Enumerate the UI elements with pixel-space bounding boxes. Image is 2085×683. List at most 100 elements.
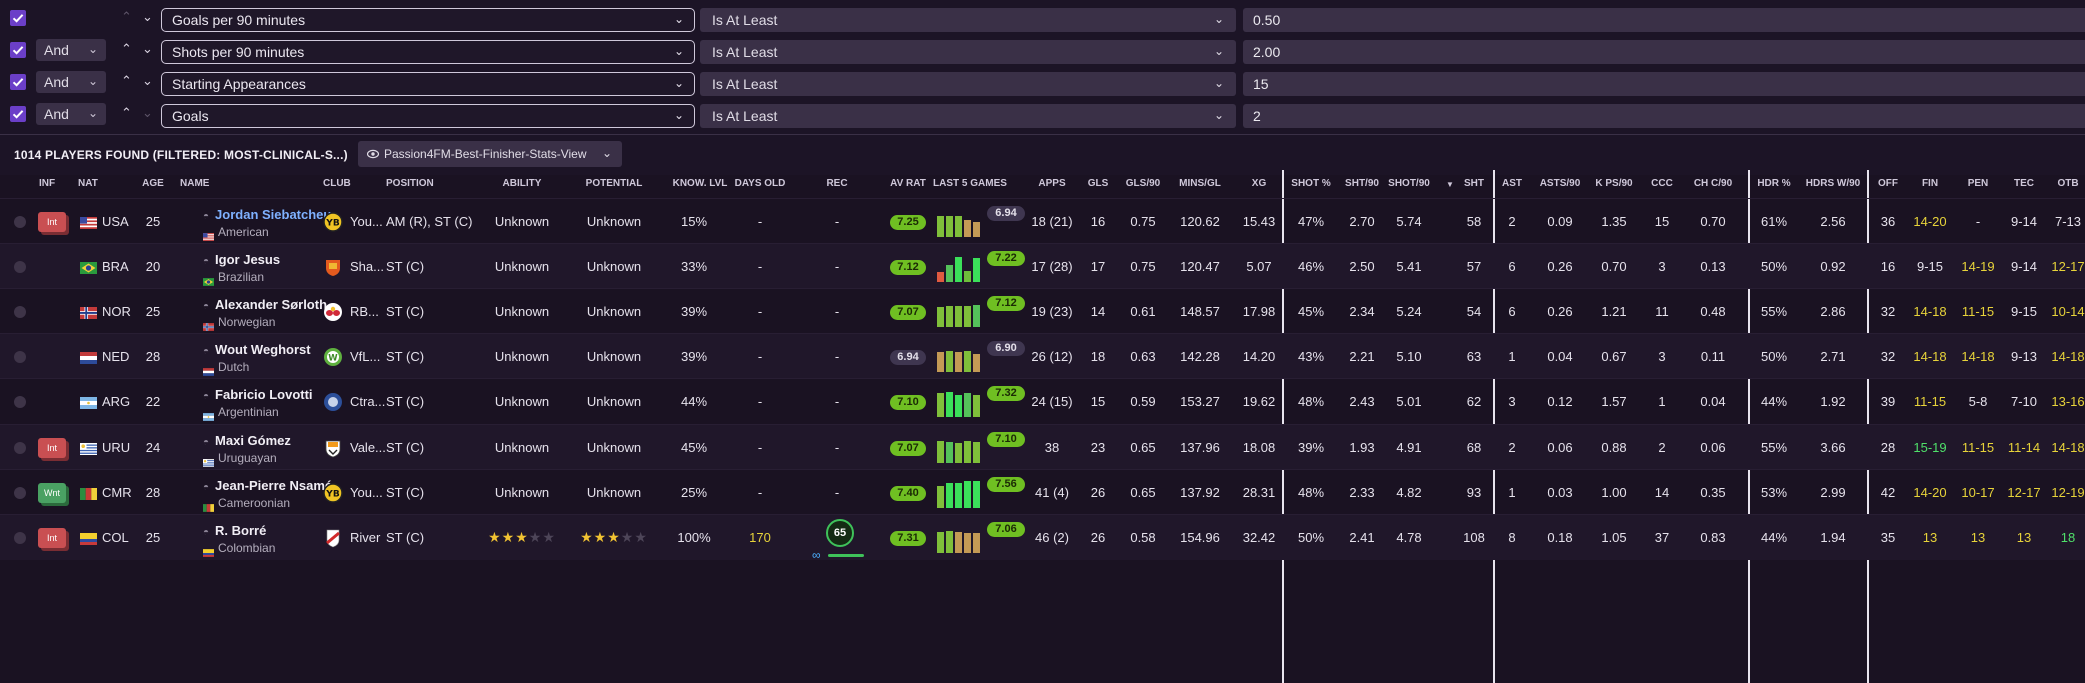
move-up-icon[interactable]: ⌃ [121, 41, 132, 57]
filter-value-input[interactable]: 2.00 [1243, 40, 2085, 64]
column-header-tec[interactable]: TEC [2014, 178, 2034, 189]
column-header-pen[interactable]: PEN [1968, 178, 1989, 189]
move-up-icon[interactable]: ⌃ [121, 105, 132, 121]
column-header-gls90[interactable]: GLS/90 [1126, 178, 1160, 189]
table-row[interactable]: Wnt CMR 28 ◓ Jean-Pierre Nsamé Cameroonian YB Y… [0, 469, 2085, 515]
view-selector[interactable]: Passion4FM-Best-Finisher-Stats-View ⌄ [358, 141, 622, 167]
filter-value-input[interactable]: 15 [1243, 72, 2085, 96]
table-row[interactable]: NOR 25 ◓ Alexander Sørloth Norwegian RB... ST … [0, 288, 2085, 334]
club-name[interactable]: VfL... [350, 334, 380, 379]
club-name[interactable]: Sha... [350, 244, 384, 289]
column-header-potential[interactable]: POTENTIAL [586, 178, 643, 189]
column-header-rec[interactable]: REC [826, 178, 847, 189]
column-header-sht90[interactable]: SHT/90 [1345, 178, 1379, 189]
player-name[interactable]: ◓ Jean-Pierre Nsamé [203, 478, 332, 493]
player-name[interactable]: ◓ R. Borré [203, 523, 266, 538]
club-name[interactable]: You... [350, 199, 383, 244]
column-header-ast[interactable]: AST [1502, 178, 1522, 189]
player-name[interactable]: ◓ Fabricio Lovotti [203, 387, 313, 402]
filter-operator-select[interactable]: Is At Least ⌄ [700, 104, 1236, 128]
filter-value-input[interactable]: 2 [1243, 104, 2085, 128]
column-header-ability[interactable]: ABILITY [503, 178, 542, 189]
player-name[interactable]: ◓ Maxi Gómez [203, 433, 291, 448]
column-header-asts90[interactable]: ASTS/90 [1540, 178, 1581, 189]
row-select-checkbox[interactable] [14, 531, 26, 544]
filter-enabled-checkbox[interactable] [10, 106, 26, 122]
club-name[interactable]: RB... [350, 289, 379, 334]
filter-join-select[interactable]: And ⌄ [36, 71, 106, 93]
column-header-gls[interactable]: GLS [1088, 178, 1109, 189]
filter-join-select[interactable]: And ⌄ [36, 39, 106, 61]
table-row[interactable]: Int URU 24 ◓ Maxi Gómez Uruguayan Vale... ST (C… [0, 424, 2085, 470]
row-select-checkbox[interactable] [14, 486, 26, 499]
column-header-age[interactable]: AGE [142, 178, 164, 189]
move-up-icon[interactable]: ⌃ [121, 9, 132, 25]
table-row[interactable]: NED 28 ◓ Wout Weghorst Dutch W VfL... ST (C) Unk… [0, 333, 2085, 379]
row-select-checkbox[interactable] [14, 305, 26, 318]
table-row[interactable]: ARG 22 ◓ Fabricio Lovotti Argentinian Ctra...… [0, 378, 2085, 424]
column-header-club[interactable]: CLUB [323, 178, 351, 189]
nationality-flag-icon [203, 363, 214, 376]
column-header-hdr[interactable]: HDR % [1757, 178, 1790, 189]
cell-sht: 57 [1466, 259, 1482, 274]
column-header-apps[interactable]: APPS [1038, 178, 1065, 189]
row-select-checkbox[interactable] [14, 350, 26, 363]
column-header-mins[interactable]: MINS/GL [1179, 178, 1221, 189]
row-select-checkbox[interactable] [14, 441, 26, 454]
player-name[interactable]: ◓ Igor Jesus [203, 252, 280, 267]
row-select-checkbox[interactable] [14, 395, 26, 408]
row-select-checkbox[interactable] [14, 215, 26, 228]
column-header-off[interactable]: OFF [1878, 178, 1898, 189]
column-header-hdrsw90[interactable]: HDRS W/90 [1806, 178, 1860, 189]
club-name[interactable]: River [350, 515, 380, 560]
column-header-ccc[interactable]: CCC [1651, 178, 1673, 189]
cell-tec: 9-14 [2010, 259, 2038, 274]
filter-operator-select[interactable]: Is At Least ⌄ [700, 40, 1236, 64]
column-header-fin[interactable]: FIN [1922, 178, 1938, 189]
row-select-checkbox[interactable] [14, 260, 26, 273]
filter-enabled-checkbox[interactable] [10, 42, 26, 58]
club-name[interactable]: Vale... [350, 425, 386, 470]
column-header-avrat[interactable]: AV RAT [890, 178, 926, 189]
filter-field-select[interactable]: Goals ⌄ [161, 104, 695, 128]
move-down-icon[interactable]: ⌄ [142, 41, 153, 57]
filter-operator-select[interactable]: Is At Least ⌄ [700, 72, 1236, 96]
player-name[interactable]: ◓ Alexander Sørloth [203, 297, 327, 312]
table-row[interactable]: Int COL 25 ◓ R. Borré Colombian River ST (C) ★★★… [0, 514, 2085, 562]
column-header-inf[interactable]: INF [39, 178, 55, 189]
move-down-icon[interactable]: ⌄ [142, 73, 153, 89]
column-header-days[interactable]: DAYS OLD [735, 178, 786, 189]
move-up-icon[interactable]: ⌃ [121, 73, 132, 89]
club-name[interactable]: You... [350, 470, 383, 515]
filter-join-select[interactable]: And ⌄ [36, 103, 106, 125]
move-down-icon[interactable]: ⌄ [142, 9, 153, 25]
filter-field-select[interactable]: Shots per 90 minutes ⌄ [161, 40, 695, 64]
column-header-last5[interactable]: LAST 5 GAMES [933, 178, 1007, 189]
filter-operator-select[interactable]: Is At Least ⌄ [700, 8, 1236, 32]
column-header-name[interactable]: NAME [180, 178, 209, 189]
filter-field-select[interactable]: Goals per 90 minutes ⌄ [161, 8, 695, 32]
player-name[interactable]: ◓ Wout Weghorst [203, 342, 311, 357]
column-header-sht[interactable]: SHT [1464, 178, 1484, 189]
club-name[interactable]: Ctra... [350, 379, 385, 424]
table-row[interactable]: BRA 20 ◓ Igor Jesus Brazilian Sha... ST (C) Unk… [0, 243, 2085, 289]
filter-value-input[interactable]: 0.50 [1243, 8, 2085, 32]
column-header-position[interactable]: POSITION [386, 178, 434, 189]
column-header-kps90[interactable]: K PS/90 [1595, 178, 1632, 189]
column-header-shotpct[interactable]: SHOT % [1291, 178, 1330, 189]
player-name[interactable]: ◓ Jordan Siebatcheu [203, 207, 331, 222]
filter-enabled-checkbox[interactable] [10, 10, 26, 26]
filter-field-select[interactable]: Starting Appearances ⌄ [161, 72, 695, 96]
column-header-know[interactable]: KNOW. LVL [673, 178, 728, 189]
column-header-chc90[interactable]: CH C/90 [1694, 178, 1732, 189]
cell-chc90: 0.06 [1700, 440, 1726, 455]
last-5-games-chart [937, 480, 987, 508]
table-row[interactable]: Int USA 25 ◓ Jordan Siebatcheu American YB You.… [0, 198, 2085, 244]
column-header-nat[interactable]: NAT [78, 178, 98, 189]
column-header-xg[interactable]: XG [1252, 178, 1266, 189]
filter-enabled-checkbox[interactable] [10, 74, 26, 90]
column-header-otb[interactable]: OTB [2057, 178, 2078, 189]
column-header-shot90[interactable]: SHOT/90 [1388, 178, 1430, 189]
cell-xg: 5.07 [1246, 259, 1272, 274]
move-down-icon[interactable]: ⌄ [142, 105, 153, 121]
